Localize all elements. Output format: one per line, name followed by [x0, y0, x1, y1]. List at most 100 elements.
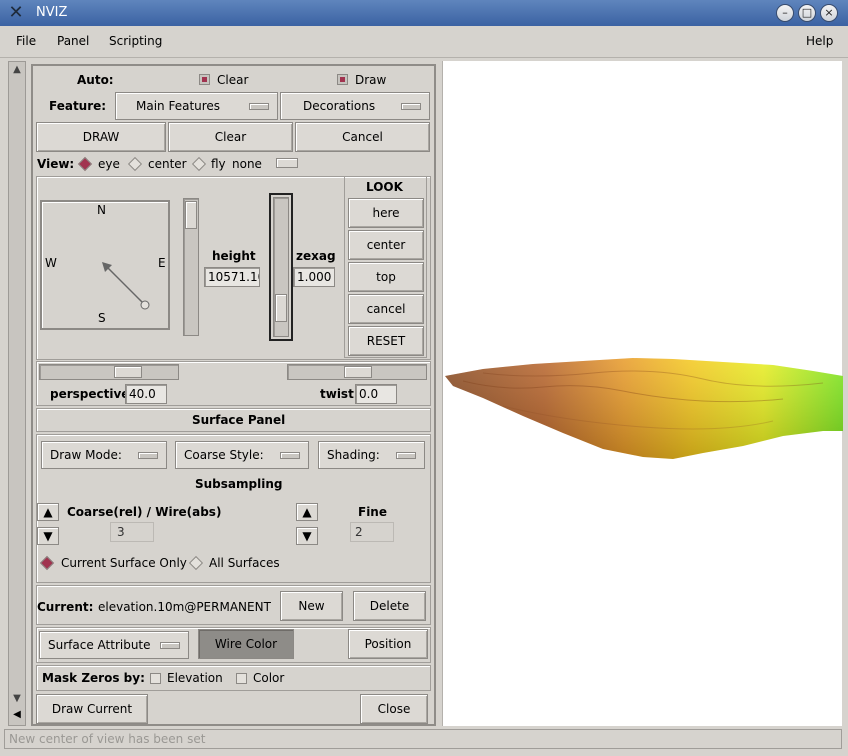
maximize-button[interactable]: □ [798, 4, 816, 22]
main-features-menu[interactable]: Main Features [115, 92, 278, 120]
current-surface-only-label: Current Surface Only [61, 556, 187, 570]
close-panel-button[interactable]: Close [360, 694, 428, 724]
status-bar: New center of view has been set [4, 729, 842, 749]
menu-file[interactable]: File [16, 34, 36, 48]
view-label: View: [37, 157, 75, 171]
twist-slider-knob[interactable] [344, 366, 372, 378]
twist-input[interactable]: 0.0 [355, 384, 397, 404]
look-reset-button[interactable]: RESET [348, 326, 424, 356]
delete-surface-button[interactable]: Delete [353, 591, 426, 621]
view-fly-radio[interactable] [191, 156, 207, 172]
mask-elevation-checkbox[interactable] [150, 673, 161, 684]
menu-bar: File Panel Scripting Help [0, 26, 848, 58]
auto-draw-label: Draw [355, 73, 387, 87]
shading-label: Shading: [327, 448, 380, 462]
surface-attribute-menu[interactable]: Surface Attribute [39, 631, 189, 659]
height-slider[interactable] [183, 198, 199, 336]
position-compass[interactable]: N S E W [40, 200, 170, 330]
clear-button[interactable]: Clear [168, 122, 293, 152]
fine-increase-button[interactable]: ▲ [296, 503, 318, 521]
main-features-label: Main Features [136, 99, 221, 113]
zexag-slider[interactable] [273, 197, 289, 337]
feature-label: Feature: [49, 99, 107, 113]
menu-help[interactable]: Help [806, 34, 833, 48]
auto-clear-checkbox[interactable] [199, 74, 210, 85]
perspective-input[interactable]: 40.0 [125, 384, 167, 404]
twist-label: twist [320, 387, 354, 401]
position-button[interactable]: Position [348, 629, 428, 659]
title-bar: ✕ NVIZ – □ × [0, 0, 848, 26]
auto-draw-checkbox[interactable] [337, 74, 348, 85]
mask-color-label: Color [253, 671, 285, 685]
perspective-slider[interactable] [39, 364, 179, 380]
coarse-style-label: Coarse Style: [184, 448, 264, 462]
draw-mode-menu[interactable]: Draw Mode: [41, 441, 167, 469]
coarse-label: Coarse(rel) / Wire(abs) [67, 505, 222, 519]
draw-mode-label: Draw Mode: [50, 448, 122, 462]
look-here-button[interactable]: here [348, 198, 424, 228]
menu-scripting[interactable]: Scripting [109, 34, 162, 48]
view-none-label: none [232, 157, 262, 171]
view-eye-label: eye [98, 157, 120, 171]
close-window-button[interactable]: × [820, 4, 838, 22]
menu-panel[interactable]: Panel [57, 34, 89, 48]
surface-panel-title: Surface Panel [192, 413, 286, 427]
all-surfaces-label: All Surfaces [209, 556, 280, 570]
surface-panel-header: Surface Panel [36, 408, 431, 432]
coarse-increase-button[interactable]: ▲ [37, 503, 59, 521]
mask-zeros-label: Mask Zeros by: [42, 671, 145, 685]
zexag-input[interactable]: 1.000 [293, 267, 335, 287]
panel-scrollbar[interactable]: ▲ ▼ ◀ [8, 61, 26, 726]
terrain-surface-image [445, 358, 843, 459]
height-input[interactable]: 10571.10 [204, 267, 260, 287]
view-center-label: center [148, 157, 187, 171]
view-mode-menu[interactable] [276, 158, 298, 168]
perspective-slider-knob[interactable] [114, 366, 142, 378]
draw-current-button[interactable]: Draw Current [36, 694, 148, 724]
mask-elevation-label: Elevation [167, 671, 223, 685]
new-surface-button[interactable]: New [280, 591, 343, 621]
coarse-decrease-button[interactable]: ▼ [37, 527, 59, 545]
coarse-style-menu[interactable]: Coarse Style: [175, 441, 309, 469]
coarse-value[interactable]: 3 [110, 522, 154, 542]
look-top-button[interactable]: top [348, 262, 424, 292]
scroll-down-icon[interactable]: ▼ [10, 692, 24, 706]
minimize-button[interactable]: – [776, 4, 794, 22]
height-label: height [212, 249, 256, 263]
app-icon: ✕ [8, 2, 24, 23]
shading-menu[interactable]: Shading: [318, 441, 425, 469]
mask-color-checkbox[interactable] [236, 673, 247, 684]
scroll-left-icon[interactable]: ◀ [10, 708, 24, 722]
fine-decrease-button[interactable]: ▼ [296, 527, 318, 545]
view-direction-arrow-icon [102, 262, 150, 310]
wire-color-button[interactable]: Wire Color [198, 629, 294, 659]
height-slider-knob[interactable] [185, 201, 197, 229]
auto-clear-label: Clear [217, 73, 249, 87]
control-panel: Auto: Clear Draw Feature: Main Features … [31, 64, 436, 726]
draw-button[interactable]: DRAW [36, 122, 166, 152]
view-fly-label: fly [211, 157, 226, 171]
decorations-label: Decorations [303, 99, 376, 113]
look-cancel-button[interactable]: cancel [348, 294, 424, 324]
zexag-slider-frame [269, 193, 293, 341]
perspective-label: perspective [50, 387, 130, 401]
zexag-slider-knob[interactable] [275, 294, 287, 322]
decorations-menu[interactable]: Decorations [280, 92, 430, 120]
surface-attribute-label: Surface Attribute [48, 638, 151, 652]
look-group: LOOK here center top cancel RESET [344, 176, 427, 358]
render-canvas[interactable] [442, 61, 843, 726]
cancel-button[interactable]: Cancel [295, 122, 430, 152]
scroll-up-icon[interactable]: ▲ [10, 63, 24, 77]
auto-label: Auto: [77, 73, 114, 87]
subsampling-title: Subsampling [195, 477, 283, 491]
zexag-label: zexag [296, 249, 336, 263]
look-center-button[interactable]: center [348, 230, 424, 260]
twist-slider[interactable] [287, 364, 427, 380]
view-center-radio[interactable] [127, 156, 143, 172]
look-title: LOOK [366, 180, 403, 194]
fine-label: Fine [358, 505, 387, 519]
view-eye-radio[interactable] [77, 156, 93, 172]
current-label: Current: [37, 600, 94, 614]
current-surface-name: elevation.10m@PERMANENT [98, 600, 271, 614]
fine-value[interactable]: 2 [350, 522, 394, 542]
